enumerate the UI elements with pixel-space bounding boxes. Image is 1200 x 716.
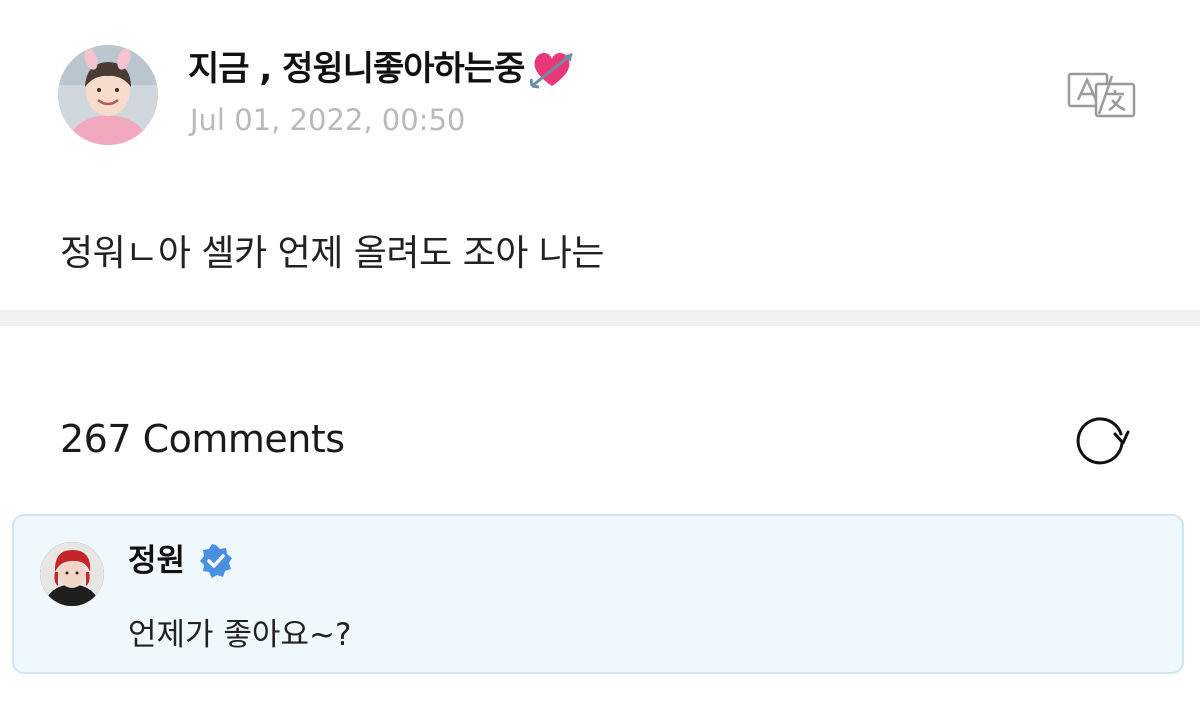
commenter-avatar-image	[40, 542, 104, 606]
section-divider	[0, 310, 1200, 326]
comment-card[interactable]: 정원 언제가 좋아요~?	[12, 514, 1184, 674]
author-avatar[interactable]	[58, 45, 158, 145]
commenter-avatar[interactable]	[40, 542, 104, 606]
comment-text: 언제가 좋아요~?	[128, 617, 352, 653]
translate-button[interactable]	[1066, 70, 1138, 120]
translate-icon	[1067, 72, 1136, 118]
post-timestamp: Jul 01, 2022, 00:50	[190, 103, 466, 137]
commenter-row: 정원	[128, 538, 233, 584]
post-page: 지금 , 정윙니좋아하는중 Jul 01, 2022, 00:50 정워ㄴ아 셀…	[0, 0, 1200, 716]
verified-badge-icon	[199, 544, 233, 578]
post-body: 정워ㄴ아 셀카 언제 올려도 조아 나는	[60, 233, 605, 274]
commenter-name[interactable]: 정원	[128, 538, 185, 584]
author-name: 지금 , 정윙니좋아하는중	[188, 49, 525, 89]
comments-count: 267 Comments	[60, 417, 345, 461]
refresh-icon	[1076, 417, 1130, 465]
author-avatar-image	[58, 45, 158, 145]
author-name-row: 지금 , 정윙니좋아하는중	[188, 44, 578, 94]
refresh-button[interactable]	[1072, 412, 1132, 468]
heart-with-arrow-icon	[530, 48, 578, 90]
